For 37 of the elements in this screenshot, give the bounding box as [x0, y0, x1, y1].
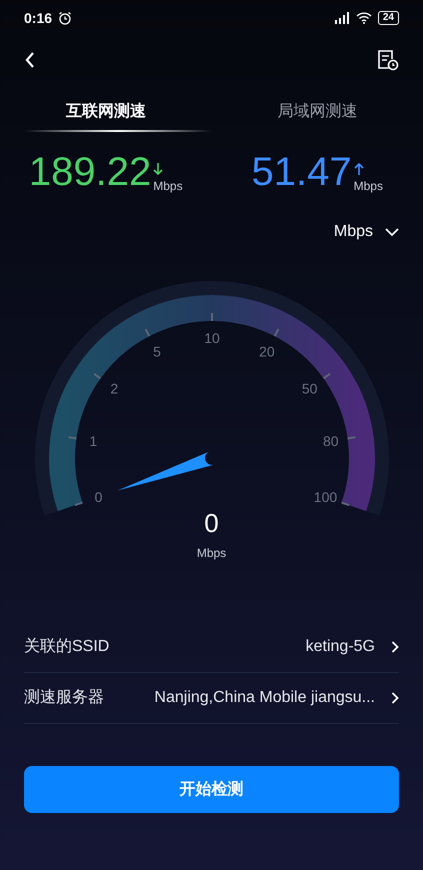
speed-value: 189.22 — [28, 152, 152, 192]
gauge-tick-label: 10 — [204, 330, 220, 346]
gauge-reading: 0 — [204, 510, 219, 536]
status-time: 0:16 — [24, 8, 52, 28]
start-test-button[interactable]: 开始检测 — [24, 766, 399, 813]
gauge-tick-label: 20 — [259, 343, 275, 360]
gauge-tick-label: 5 — [153, 343, 161, 360]
chevron-down-icon — [385, 228, 399, 236]
chevron-right-icon — [391, 641, 399, 653]
up-arrow-icon — [354, 162, 364, 176]
gauge-tick-label: 1 — [89, 432, 98, 449]
speed-unit: Mbps — [354, 180, 383, 192]
gauge-tick-label: 80 — [322, 432, 339, 449]
down-arrow-icon — [153, 162, 164, 176]
row-value: Nanjing,China Mobile jiangsu... — [153, 688, 375, 708]
row-label: 测速服务器 — [24, 688, 104, 708]
battery-indicator: 24 — [378, 11, 399, 25]
tab[interactable]: 互联网测速 — [0, 92, 212, 132]
history-icon — [375, 48, 399, 72]
wifi-icon — [356, 12, 372, 24]
unit-dropdown[interactable]: Mbps — [334, 220, 399, 244]
row-label: 关联的SSID — [24, 636, 110, 657]
gauge-tick-label: 50 — [302, 380, 318, 396]
signal-icon — [334, 12, 350, 24]
tab[interactable]: 局域网测速 — [212, 92, 423, 132]
gauge-tick-label: 100 — [314, 489, 338, 506]
gauge-unit: Mbps — [196, 545, 226, 562]
settings-row[interactable]: 测速服务器 Nanjing,China Mobile jiangsu... — [24, 673, 399, 724]
back-icon — [24, 51, 36, 69]
chevron-right-icon — [391, 692, 399, 704]
alarm-icon — [58, 11, 72, 25]
speed-value: 51.47 — [252, 152, 352, 192]
row-value: keting-5G — [304, 637, 375, 657]
gauge-tick-label: 0 — [94, 489, 102, 506]
speed-unit: Mbps — [153, 180, 183, 192]
gauge-tick-label: 2 — [110, 380, 118, 396]
settings-row[interactable]: 关联的SSID keting-5G — [24, 622, 399, 673]
